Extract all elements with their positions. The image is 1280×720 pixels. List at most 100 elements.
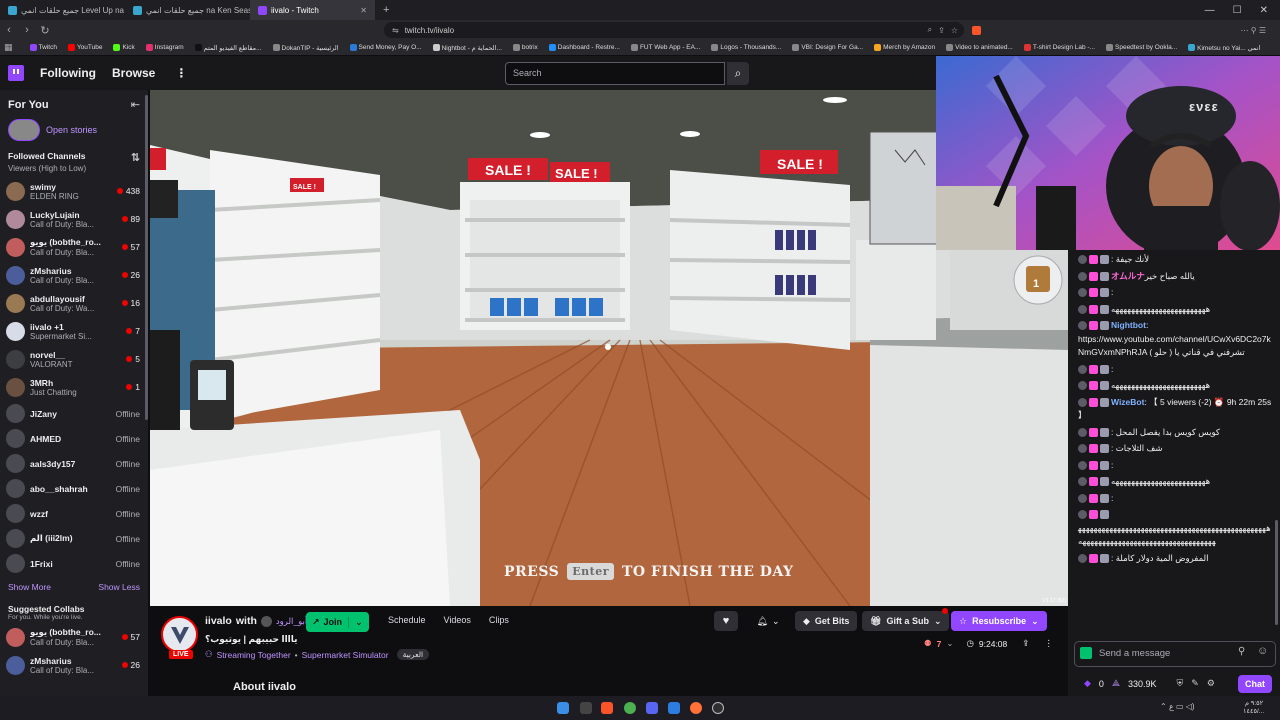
glasses-badge-icon[interactable] <box>1100 477 1109 487</box>
maximize-icon[interactable]: ☐ <box>1233 5 1242 16</box>
bookmark-vbi[interactable]: VBI: Design For Ga... <box>788 44 867 51</box>
new-tab-button[interactable]: + <box>375 4 397 16</box>
channel-name[interactable]: iivalo <box>205 615 232 627</box>
tray-icons[interactable]: ⌃ ع ▭ ◁) <box>1160 702 1195 711</box>
followed-channel[interactable]: iivalo +1 Supermarket Si... 7 <box>0 317 148 345</box>
bookmark-video-animated[interactable]: Video to animated... <box>942 44 1017 51</box>
bookmark-twitch[interactable]: Twitch <box>26 44 61 51</box>
glasses-badge-icon[interactable] <box>1100 381 1109 391</box>
brave-icon[interactable] <box>601 702 613 714</box>
open-stories[interactable]: Open stories <box>0 111 148 149</box>
bookmark-star-icon[interactable]: ☆ <box>951 26 964 35</box>
bookmark-nightbot[interactable]: Nightbot - الحماية م... <box>429 44 506 52</box>
obs-icon[interactable] <box>712 702 724 714</box>
share-icon[interactable]: ⇪ <box>938 26 945 35</box>
notifications-button[interactable]: 🔔︎ ⌄ <box>752 611 784 631</box>
mod-badge-icon[interactable] <box>1078 288 1087 298</box>
suggested-channel[interactable]: يويو (bobthe_ro... Call of Duty: Bla... 57 <box>0 623 148 651</box>
browse-link[interactable]: Browse <box>112 66 155 80</box>
sidebar-scrollbar[interactable] <box>145 95 148 420</box>
offline-channel[interactable]: الم (iii2lm) Offline <box>0 526 148 551</box>
tab-clips[interactable]: Clips <box>489 615 509 625</box>
shield-icon[interactable]: ⛨ <box>1177 678 1184 689</box>
bookmark-restream[interactable]: Dashboard - Restre... <box>545 44 624 51</box>
chrome-icon[interactable] <box>624 702 636 714</box>
offline-channel[interactable]: wzzf Offline <box>0 501 148 526</box>
offline-channel[interactable]: JiZany Offline <box>0 401 148 426</box>
offline-channel[interactable]: AHMED Offline <box>0 426 148 451</box>
follow-heart-button[interactable]: ♥ <box>714 611 738 631</box>
extensions-icon[interactable]: ⋯ ⚲ ☰ <box>1241 26 1280 35</box>
language-tag[interactable]: العربية <box>396 649 430 660</box>
offline-channel[interactable]: abo__shahrah Offline <box>0 476 148 501</box>
bookmark-instagram[interactable]: Instagram <box>142 44 188 51</box>
bookmark-merch[interactable]: Merch by Amazon <box>870 44 939 51</box>
offline-channel[interactable]: 1Frixi Offline <box>0 551 148 576</box>
mod-badge-icon[interactable] <box>1078 271 1087 281</box>
heart-badge-icon[interactable] <box>1089 288 1098 298</box>
mod-badge-icon[interactable] <box>1078 553 1087 563</box>
glasses-badge-icon[interactable] <box>1100 397 1109 407</box>
glasses-badge-icon[interactable] <box>1100 364 1109 374</box>
chat-username[interactable]: WizeBot <box>1111 397 1144 407</box>
gear-icon[interactable]: ⚙ <box>1207 678 1215 689</box>
clock-time[interactable]: ٩:٥٢ م <box>1245 699 1263 707</box>
followed-channel[interactable]: يويو (bobthe_ro... Call of Duty: Bla... 57 <box>0 233 148 261</box>
followed-channel[interactable]: LuckyLujain Call of Duty: Bla... 89 <box>0 205 148 233</box>
clock-date[interactable]: ١٤٤٥/... <box>1243 707 1264 715</box>
streaming-together-link[interactable]: Streaming Together <box>217 650 291 660</box>
heart-badge-icon[interactable] <box>1089 304 1098 314</box>
heart-badge-icon[interactable] <box>1089 510 1098 520</box>
search-button[interactable]: ⌕ <box>727 62 749 85</box>
discord-icon[interactable] <box>646 702 658 714</box>
followed-channel[interactable]: norvel__ VALORANT 5 <box>0 345 148 373</box>
site-info-icon[interactable]: ⇋ <box>392 26 399 35</box>
get-bits-button[interactable]: ◆ Get Bits <box>795 611 858 631</box>
glasses-badge-icon[interactable] <box>1100 271 1109 281</box>
browser-tab-2[interactable]: جميع حلقات انمي na Ken Season 2✕ <box>125 0 250 20</box>
forward-icon[interactable]: › <box>18 24 36 36</box>
glasses-badge-icon[interactable] <box>1100 288 1109 298</box>
heart-badge-icon[interactable] <box>1089 493 1098 503</box>
mod-badge-icon[interactable] <box>1078 477 1087 487</box>
heart-badge-icon[interactable] <box>1089 477 1098 487</box>
heart-badge-icon[interactable] <box>1089 321 1098 331</box>
more-menu-icon[interactable]: ⋮ <box>175 66 187 80</box>
chat-send-button[interactable]: Chat <box>1238 674 1272 693</box>
glasses-badge-icon[interactable] <box>1100 460 1109 470</box>
heart-badge-icon[interactable] <box>1089 397 1098 407</box>
mod-badge-icon[interactable] <box>1078 304 1087 314</box>
bookmark-youtube[interactable]: YouTube <box>64 44 107 51</box>
chat-username[interactable]: オムルナ <box>1111 271 1145 281</box>
browser-tab-1[interactable]: جميع حلقات انمي Level Up na Ken✕ <box>0 0 125 20</box>
glasses-badge-icon[interactable] <box>1100 427 1109 437</box>
close-window-icon[interactable]: ✕ <box>1260 5 1268 16</box>
suggested-channel[interactable]: zMsharius Call of Duty: Bla... 26 <box>0 651 148 679</box>
heart-badge-icon[interactable] <box>1089 460 1098 470</box>
mod-badge-icon[interactable] <box>1078 493 1087 503</box>
mod-badge-icon[interactable] <box>1078 510 1087 520</box>
mod-badge-icon[interactable] <box>1078 397 1087 407</box>
bookmark-dokantip[interactable]: DokanTIP - الرئيسية <box>269 44 343 52</box>
heart-badge-icon[interactable] <box>1089 427 1098 437</box>
mod-badge-icon[interactable] <box>1078 460 1087 470</box>
offline-channel[interactable]: aals3dy157 Offline <box>0 451 148 476</box>
heart-badge-icon[interactable] <box>1089 255 1098 265</box>
back-icon[interactable]: ‹ <box>0 24 18 36</box>
gift-sub-button[interactable]: 🎁︎ Gift a Sub ⌄ <box>862 611 950 631</box>
apps-grid-icon[interactable]: ▦ <box>4 42 23 53</box>
bookmark-botrix[interactable]: botrix <box>509 44 542 51</box>
pen-icon[interactable]: ✎ <box>1191 678 1199 689</box>
chat-username[interactable]: Nightbot <box>1111 320 1146 330</box>
glasses-badge-icon[interactable] <box>1100 553 1109 563</box>
url-field[interactable]: ⇋ twitch.tv/iivalo ⌕ ⇪ ☆ <box>384 22 964 38</box>
mod-badge-icon[interactable] <box>1078 321 1087 331</box>
collab-name[interactable]: أبو_الرود <box>276 616 307 627</box>
minimize-icon[interactable]: — <box>1205 5 1215 16</box>
channel-points-balance[interactable]: 330.9K <box>1128 679 1157 689</box>
browser-tab-3[interactable]: iivalo - Twitch ✕ <box>250 0 375 20</box>
bookmark-kimetsu[interactable]: Kimetsu no Yai... انمي <box>1184 44 1264 52</box>
bookmark-kick[interactable]: Kick <box>109 44 138 51</box>
sort-icon[interactable]: ⇅ <box>131 151 140 164</box>
zoom-icon[interactable]: ⌕ <box>928 25 932 35</box>
